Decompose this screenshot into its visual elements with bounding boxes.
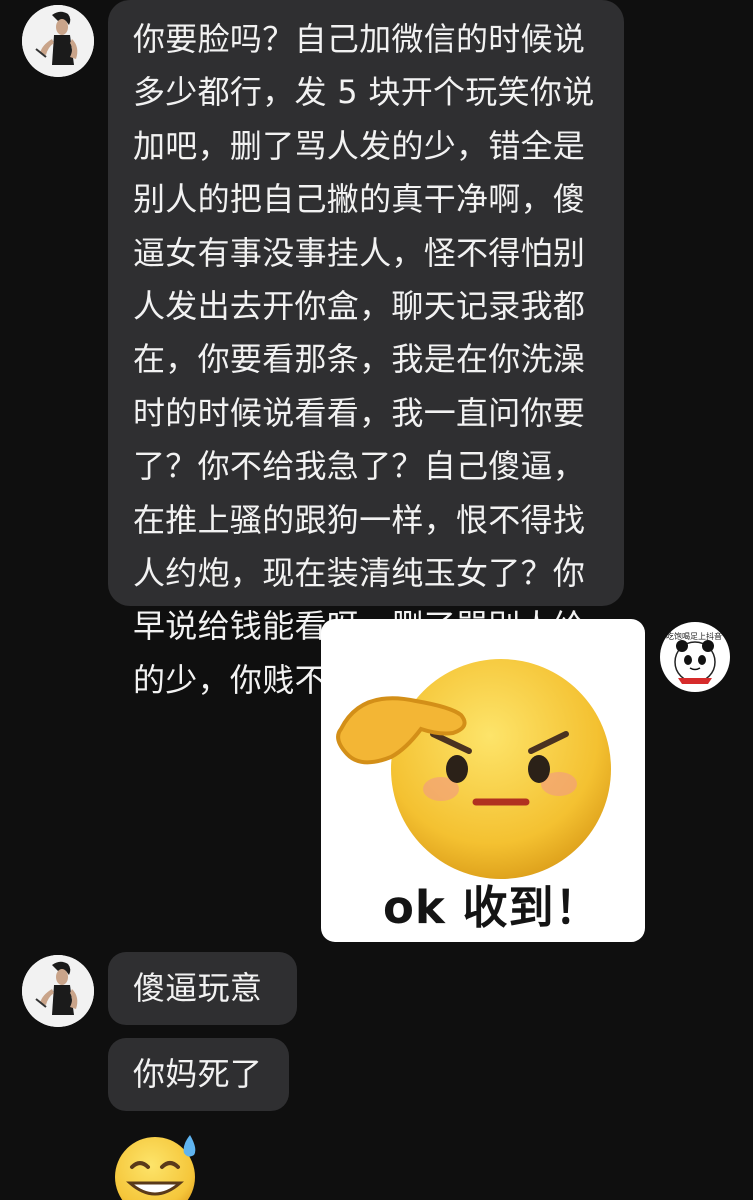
message-bubble-incoming[interactable]: 傻逼玩意 — [108, 952, 297, 1025]
message-text: 傻逼玩意 — [133, 969, 263, 1007]
message-text-line: 人发出去开你盒，聊天记录我都 — [133, 287, 586, 326]
message-text-line: 了？你不给我急了？自己傻逼， — [133, 447, 586, 486]
message-text: 你妈死了 — [133, 1055, 263, 1093]
contact-avatar[interactable] — [22, 955, 94, 1027]
sticker-message-outgoing[interactable]: ok 收到！ — [321, 619, 645, 942]
message-text-line: 你要脸吗？自己加微信的时候说 — [133, 20, 586, 58]
contact-avatar-image — [22, 5, 94, 77]
message-text-line: 时的时候说看看，我一直问你要 — [133, 393, 586, 432]
grinning-sweat-face-icon — [115, 1135, 196, 1200]
avatar-caption: 吃饱喝足上抖音 — [666, 632, 722, 641]
message-text-line: 人约炮，现在装清纯玉女了？你 — [133, 554, 586, 593]
message-text-line: 加吧，删了骂人发的少，错全是 — [133, 126, 586, 165]
contact-avatar-image — [22, 955, 94, 1027]
sticker-caption: ok 收到！ — [383, 881, 601, 934]
message-text-line: 在，你要看那条，我是在你洗澡 — [133, 340, 586, 379]
message-bubble-incoming[interactable]: 你妈死了 — [108, 1038, 289, 1111]
message-bubble-incoming[interactable]: 你要脸吗？自己加微信的时候说 多少都行，发 5 块开个玩笑你说 加吧，删了骂人发… — [108, 0, 624, 699]
message-text-line: 逼女有事没事挂人，怪不得怕别 — [133, 233, 586, 272]
message-text-line: 在推上骚的跟狗一样，恨不得找 — [133, 500, 586, 539]
message-text-line: 多少都行，发 5 块开个玩笑你说 — [133, 73, 595, 112]
self-avatar[interactable]: 吃饱喝足上抖音 — [660, 622, 730, 692]
contact-avatar[interactable] — [22, 5, 94, 77]
message-text-line: 别人的把自己撇的真干净啊，傻 — [133, 180, 586, 219]
emoji-message-incoming[interactable] — [110, 1125, 206, 1200]
